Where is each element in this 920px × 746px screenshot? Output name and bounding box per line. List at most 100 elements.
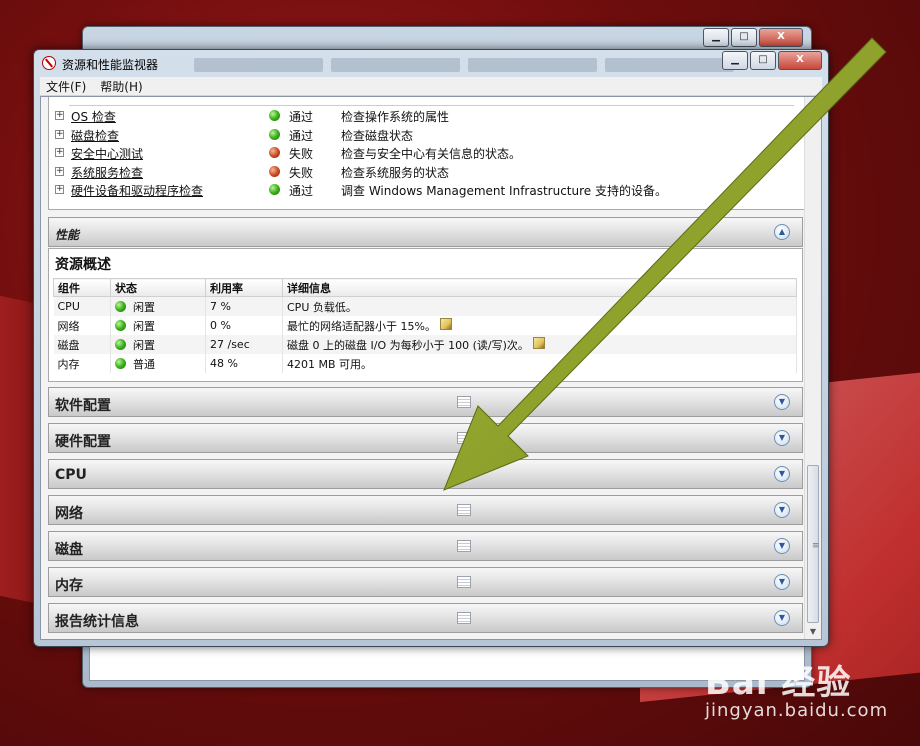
watermark-logo: Bai 经验 xyxy=(705,663,852,703)
section-bar[interactable]: 内存 ▼ xyxy=(48,567,803,597)
app-icon xyxy=(42,56,56,70)
expand-chevron-icon[interactable]: ▼ xyxy=(774,502,790,518)
section-label: 软件配置 xyxy=(55,398,111,414)
table-row: 网络 闲置 0 % 最忙的网络适配器小于 15%。 xyxy=(53,316,797,335)
expand-plus-icon[interactable]: + xyxy=(55,185,64,194)
state-cell: 闲置 xyxy=(110,316,206,335)
resource-monitor-window: 资源和性能监视器 ▁ □ X 文件(F) 帮助(H) + OS 检查 通过 检查操作系… xyxy=(33,49,829,647)
column-header[interactable]: 利用率 xyxy=(205,278,283,297)
expand-plus-icon[interactable]: + xyxy=(55,129,64,139)
section-performance-label: 性能 xyxy=(55,228,80,242)
table-icon xyxy=(457,576,471,588)
state-text: 普通 xyxy=(133,357,155,371)
expand-chevron-icon[interactable]: ▼ xyxy=(774,430,790,446)
component-cell: 网络 xyxy=(53,316,111,335)
section-bar[interactable]: 网络 ▼ xyxy=(48,495,803,525)
resource-overview-title: 资源概述 xyxy=(55,257,111,273)
section-label: 磁盘 xyxy=(55,542,83,558)
status-ok-icon xyxy=(115,358,126,369)
menu-file[interactable]: 文件(F) xyxy=(46,78,86,95)
table-icon xyxy=(457,396,471,408)
resource-overview: 资源概述 组件 状态 利用率 详细信息 CPU 闲置 7 % CPU 负载低。 网络 闲置… xyxy=(48,248,803,382)
section-bar[interactable]: 磁盘 ▼ xyxy=(48,531,803,561)
expand-plus-icon[interactable]: + xyxy=(55,111,64,120)
detail-text: 最忙的网络适配器小于 15%。 xyxy=(287,319,436,333)
expand-chevron-icon[interactable]: ▼ xyxy=(774,466,790,482)
section-performance[interactable]: 性能 ▲ xyxy=(48,217,803,247)
state-cell: 普通 xyxy=(110,354,206,373)
detail-cell: 最忙的网络适配器小于 15%。 xyxy=(282,316,797,335)
diagnostic-row: + 系统服务检查 失败 检查系统服务的状态 xyxy=(53,163,798,181)
diagnostic-description: 调查 Windows Management Infrastructure 支持的… xyxy=(341,184,667,198)
diagnostic-name[interactable]: OS 检查 xyxy=(71,108,116,125)
vertical-scrollbar[interactable]: ▲ ≡ ▼ xyxy=(804,97,821,639)
diagnostic-result: 通过 xyxy=(289,184,314,198)
usage-cell: 48 % xyxy=(205,354,283,373)
collapse-icon[interactable]: ▲ xyxy=(774,224,790,240)
bg-minimize-button[interactable]: ▁ xyxy=(703,28,729,47)
bg-maximize-button[interactable]: □ xyxy=(731,28,757,47)
state-text: 闲置 xyxy=(133,338,155,352)
maximize-button[interactable]: □ xyxy=(750,51,776,70)
detail-cell: 磁盘 0 上的磁盘 I/O 为每秒小于 100 (读/写)次。 xyxy=(282,335,797,354)
scroll-up-arrow-icon[interactable]: ▲ xyxy=(805,97,821,111)
state-text: 闲置 xyxy=(133,300,155,314)
detail-text: 4201 MB 可用。 xyxy=(287,357,373,371)
bg-close-button[interactable]: X xyxy=(759,28,803,47)
section-bar[interactable]: 报告统计信息 ▼ xyxy=(48,603,803,633)
section-label: CPU xyxy=(55,467,87,483)
diagnostic-name[interactable]: 安全中心测试 xyxy=(71,145,143,162)
diagnostic-name[interactable]: 磁盘检查 xyxy=(71,127,119,144)
component-cell: 磁盘 xyxy=(53,335,111,354)
column-header[interactable]: 组件 xyxy=(53,278,111,297)
scroll-down-arrow-icon[interactable]: ▼ xyxy=(805,625,821,639)
minimize-button[interactable]: ▁ xyxy=(722,51,748,70)
expand-plus-icon[interactable]: + xyxy=(55,166,64,176)
expand-chevron-icon[interactable]: ▼ xyxy=(774,394,790,410)
usage-cell: 0 % xyxy=(205,316,283,335)
section-bar[interactable]: 硬件配置 ▼ xyxy=(48,423,803,453)
expand-chevron-icon[interactable]: ▼ xyxy=(774,574,790,590)
detail-cell: 4201 MB 可用。 xyxy=(282,354,797,373)
baidu-watermark: Bai 经验 jingyan.baidu.com xyxy=(705,655,888,721)
expand-chevron-icon[interactable]: ▼ xyxy=(774,538,790,554)
note-icon[interactable] xyxy=(439,317,452,330)
diagnostic-name[interactable]: 系统服务检查 xyxy=(71,164,143,181)
resource-overview-table: 组件 状态 利用率 详细信息 CPU 闲置 7 % CPU 负载低。 网络 闲置 0 % 最忙… xyxy=(53,278,797,373)
status-ok-icon xyxy=(269,184,280,195)
report-content: + OS 检查 通过 检查操作系统的属性 + 磁盘检查 通过 检查磁盘状态 + 安全中心测试 失败检… xyxy=(40,96,822,640)
state-text: 闲置 xyxy=(133,319,155,333)
diagnostic-name[interactable]: 硬件设备和驱动程序检查 xyxy=(71,182,203,199)
table-icon xyxy=(457,612,471,624)
diagnostic-row: + OS 检查 通过 检查操作系统的属性 xyxy=(53,107,798,125)
title-bar[interactable]: 资源和性能监视器 ▁ □ X xyxy=(34,50,828,76)
section-bar[interactable]: 软件配置 ▼ xyxy=(48,387,803,417)
table-icon xyxy=(457,540,471,552)
status-fail-icon xyxy=(269,147,280,158)
diagnostic-description: 检查与安全中心有关信息的状态。 xyxy=(341,147,522,161)
table-header-row: 组件 状态 利用率 详细信息 xyxy=(53,278,797,297)
section-label: 网络 xyxy=(55,506,83,522)
diagnostic-row: + 磁盘检查 通过 检查磁盘状态 xyxy=(53,126,798,144)
state-cell: 闲置 xyxy=(110,335,206,354)
section-label: 硬件配置 xyxy=(55,434,111,450)
expand-plus-icon[interactable]: + xyxy=(55,148,64,157)
component-cell: CPU xyxy=(53,296,111,316)
table-row: CPU 闲置 7 % CPU 负载低。 xyxy=(53,296,797,316)
watermark-url: jingyan.baidu.com xyxy=(705,700,889,721)
expand-chevron-icon[interactable]: ▼ xyxy=(774,610,790,626)
close-button[interactable]: X xyxy=(778,51,822,70)
detail-cell: CPU 负载低。 xyxy=(282,296,797,316)
scroll-thumb[interactable]: ≡ xyxy=(807,465,820,623)
section-bar[interactable]: CPU ▼ xyxy=(48,459,803,489)
note-icon[interactable] xyxy=(532,336,545,349)
background-reflection xyxy=(194,58,734,72)
table-row: 内存 普通 48 % 4201 MB 可用。 xyxy=(53,354,797,373)
table-icon xyxy=(457,504,471,516)
status-fail-icon xyxy=(269,165,280,177)
usage-cell: 27 /sec xyxy=(205,335,283,354)
column-header[interactable]: 状态 xyxy=(110,278,206,297)
column-header[interactable]: 详细信息 xyxy=(282,278,797,297)
usage-cell: 7 % xyxy=(205,296,283,316)
menu-help[interactable]: 帮助(H) xyxy=(100,78,142,95)
